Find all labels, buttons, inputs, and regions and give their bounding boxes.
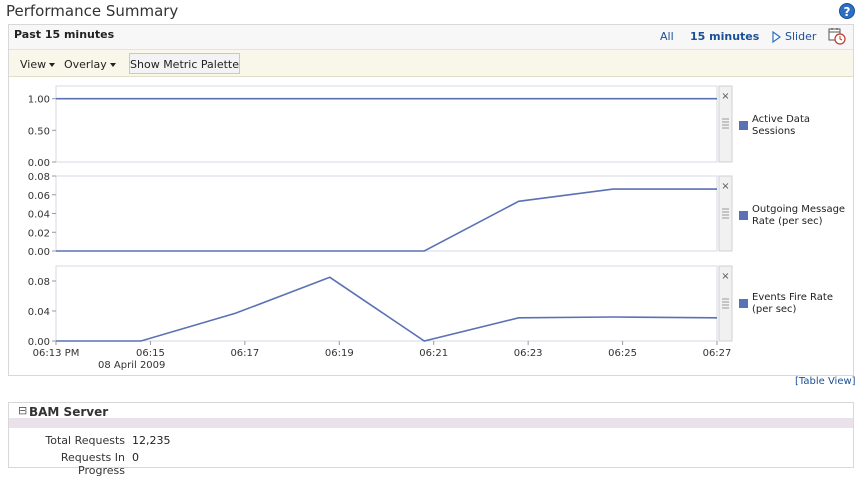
legend-line: Rate (per sec) <box>752 216 845 228</box>
x-tick-label: 06:23 <box>514 348 543 359</box>
y-tick-label: 0.00 <box>28 158 50 169</box>
x-tick-label: 06:21 <box>419 348 448 359</box>
legend-line: (per sec) <box>752 304 833 316</box>
stat-label-total-requests: Total Requests <box>14 434 125 447</box>
x-date-label: 08 April 2009 <box>98 360 165 371</box>
y-tick-label: 0.04 <box>28 210 50 221</box>
plot-area <box>56 266 717 341</box>
legend-line: Events Fire Rate <box>752 292 833 304</box>
close-icon: × <box>721 271 729 282</box>
legend-line: Sessions <box>752 126 810 138</box>
x-tick-label: 06:27 <box>703 348 732 359</box>
x-tick-label: 06:19 <box>325 348 354 359</box>
legend-line: Active Data <box>752 114 810 126</box>
y-tick-label: 0.02 <box>28 228 50 239</box>
plot-area <box>56 86 717 162</box>
y-tick-label: 0.06 <box>28 191 50 202</box>
y-tick-label: 0.08 <box>28 172 50 183</box>
close-icon: × <box>721 91 729 102</box>
x-tick-label: 06:25 <box>608 348 637 359</box>
section-header-band <box>9 418 853 428</box>
y-tick-label: 0.04 <box>28 307 50 318</box>
legend-swatch-active-data-sessions <box>739 121 749 131</box>
y-tick-label: 1.00 <box>28 95 50 106</box>
x-tick-label: 06:17 <box>230 348 259 359</box>
plot-area <box>56 176 717 251</box>
close-icon: × <box>721 181 729 192</box>
collapse-icon[interactable]: ⊟ <box>18 405 27 416</box>
legend-active-data-sessions: Active Data Sessions <box>752 114 810 138</box>
legend-outgoing-message-rate: Outgoing Message Rate (per sec) <box>752 204 845 228</box>
y-tick-label: 0.50 <box>28 126 50 137</box>
y-tick-label: 0.00 <box>28 337 50 348</box>
section-title: BAM Server <box>29 405 108 419</box>
legend-swatch-events-fire-rate <box>739 299 749 309</box>
performance-charts: × 1.00 0.50 0.00 × 0.08 0.06 0.04 0.02 0.00 × 0.08 0… <box>0 0 857 469</box>
legend-events-fire-rate: Events Fire Rate (per sec) <box>752 292 833 316</box>
stat-value-total-requests: 12,235 <box>132 434 171 447</box>
y-tick-label: 0.08 <box>28 277 50 288</box>
y-tick-label: 0.00 <box>28 247 50 258</box>
x-tick-label: 06:13 PM <box>33 348 80 359</box>
legend-swatch-outgoing-message-rate <box>739 211 749 221</box>
legend-line: Outgoing Message <box>752 204 845 216</box>
stat-value-requests-in-progress: 0 <box>132 451 139 464</box>
table-view-link[interactable]: [Table View] <box>795 376 856 387</box>
stat-label-requests-in-progress: Requests In Progress <box>14 451 125 477</box>
x-tick-label: 06:15 <box>136 348 165 359</box>
